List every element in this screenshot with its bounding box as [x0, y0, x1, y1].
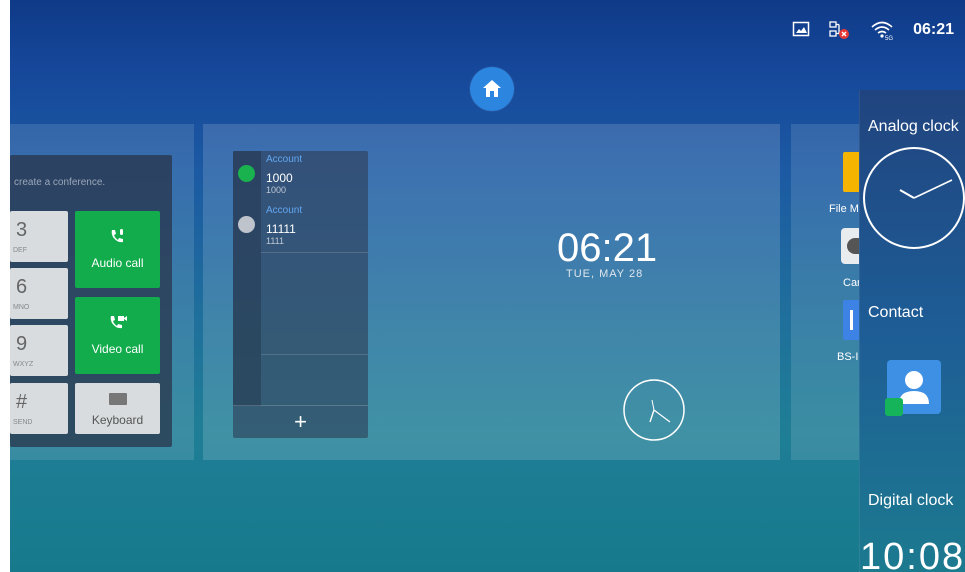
key-3[interactable]: 3 DEF: [10, 211, 68, 262]
keyboard-label: Keyboard: [91, 413, 144, 427]
key-letters: WXYZ: [13, 361, 34, 368]
key-number: 3: [16, 219, 28, 241]
camera-icon[interactable]: [841, 228, 859, 264]
video-call-button[interactable]: Video call: [75, 297, 160, 374]
phone-status-icon: [238, 165, 255, 182]
account-item[interactable]: Account 11111 1111: [233, 202, 368, 254]
analog-clock-widget-preview[interactable]: [862, 146, 965, 250]
wifi-band-label: 5G: [885, 36, 893, 40]
dialer-widget: create a conference. 3 DEF 6 MNO 9 WXYZ …: [10, 155, 172, 447]
add-account-button[interactable]: +: [233, 405, 368, 438]
audio-call-icon: [111, 229, 123, 243]
widget-drawer: Analog clock Contact Digital clock 10:08: [859, 90, 965, 572]
dialer-hint: create a conference.: [14, 177, 106, 188]
clock-time: 06:21: [557, 226, 658, 270]
keyboard-button[interactable]: Keyboard: [75, 383, 160, 434]
account-sub: 1000: [266, 185, 287, 195]
account-number: 1000: [266, 171, 293, 185]
phone-badge-icon: [885, 398, 903, 416]
left-frame: [0, 0, 10, 572]
network-error-icon: [829, 21, 849, 39]
phone-status-icon: [238, 216, 255, 233]
bs-app-icon[interactable]: [843, 300, 859, 340]
key-9[interactable]: 9 WXYZ: [10, 325, 68, 376]
audio-call-button[interactable]: Audio call: [75, 211, 160, 288]
home-screen: 5G 06:21 create a conference. 3 DEF 6 MN…: [0, 0, 965, 572]
key-6[interactable]: 6 MNO: [10, 268, 68, 319]
divider: [261, 252, 368, 253]
contact-widget-icon[interactable]: [885, 360, 941, 416]
key-number: 9: [16, 333, 28, 355]
status-time: 06:21: [913, 21, 954, 38]
app-label: BS-I: [837, 351, 859, 363]
accounts-widget: Account 1000 1000 Account 11111 1111 +: [233, 151, 368, 438]
keyboard-icon: [109, 393, 127, 405]
video-call-icon: [110, 316, 127, 329]
screenshot-icon: [792, 21, 810, 37]
key-number: 6: [16, 276, 28, 298]
home-button[interactable]: [470, 67, 514, 111]
video-call-label: Video call: [91, 342, 144, 356]
key-letters: MNO: [13, 304, 30, 311]
account-title: Account: [266, 154, 303, 165]
status-bar: 5G 06:21: [10, 0, 965, 60]
key-letters: DEF: [13, 247, 27, 254]
account-sub: 1111: [266, 236, 285, 246]
divider: [261, 354, 368, 355]
analog-clock-widget[interactable]: [622, 378, 686, 442]
digital-clock-preview[interactable]: 10:08: [860, 536, 965, 572]
file-manager-icon[interactable]: [843, 152, 859, 192]
account-item[interactable]: Account 1000 1000: [233, 151, 368, 203]
audio-call-label: Audio call: [91, 256, 144, 270]
widget-label-contact: Contact: [868, 304, 924, 321]
key-number: #: [16, 391, 28, 413]
wifi-icon: 5G: [871, 21, 893, 40]
key-letters: SEND: [13, 419, 33, 426]
app-label: File M: [829, 203, 859, 215]
account-title: Account: [266, 205, 303, 216]
widget-label-digital-clock: Digital clock: [868, 492, 954, 509]
account-number: 11111: [266, 222, 296, 236]
key-hash[interactable]: # SEND: [10, 383, 68, 434]
clock-date: TUE, MAY 28: [566, 268, 644, 280]
widget-label-analog-clock: Analog clock: [868, 118, 959, 135]
home-icon: [483, 80, 501, 97]
